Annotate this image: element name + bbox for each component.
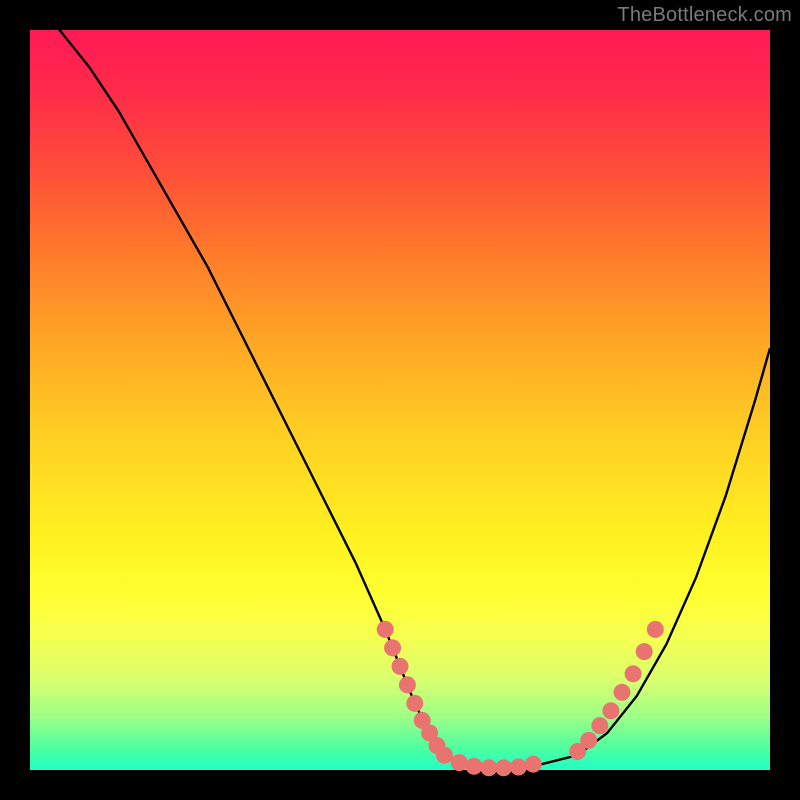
highlight-dot-right xyxy=(625,665,642,682)
chart-container: TheBottleneck.com xyxy=(0,0,800,800)
highlight-dot-left xyxy=(406,695,423,712)
highlight-dot-right xyxy=(614,684,631,701)
highlight-dot-left xyxy=(384,639,401,656)
highlight-dot-valley xyxy=(495,759,512,776)
highlight-dot-valley xyxy=(525,756,542,773)
dots-layer xyxy=(377,621,664,776)
highlight-dot-left xyxy=(377,621,394,638)
curve-layer xyxy=(30,0,770,770)
bottleneck-curve-path xyxy=(30,0,770,770)
highlight-dot-valley xyxy=(510,759,527,776)
highlight-dot-valley xyxy=(480,759,497,776)
highlight-dot-right xyxy=(636,643,653,660)
highlight-dot-left xyxy=(399,676,416,693)
highlight-dot-right xyxy=(591,717,608,734)
highlight-dot-right xyxy=(647,621,664,638)
highlight-dot-valley xyxy=(466,758,483,775)
plot-area xyxy=(30,30,770,770)
highlight-dot-left xyxy=(392,658,409,675)
highlight-dot-valley xyxy=(451,754,468,771)
highlight-dot-right xyxy=(580,732,597,749)
highlight-dot-left xyxy=(436,747,453,764)
chart-svg xyxy=(30,30,770,770)
highlight-dot-right xyxy=(602,702,619,719)
watermark-label: TheBottleneck.com xyxy=(617,4,792,27)
